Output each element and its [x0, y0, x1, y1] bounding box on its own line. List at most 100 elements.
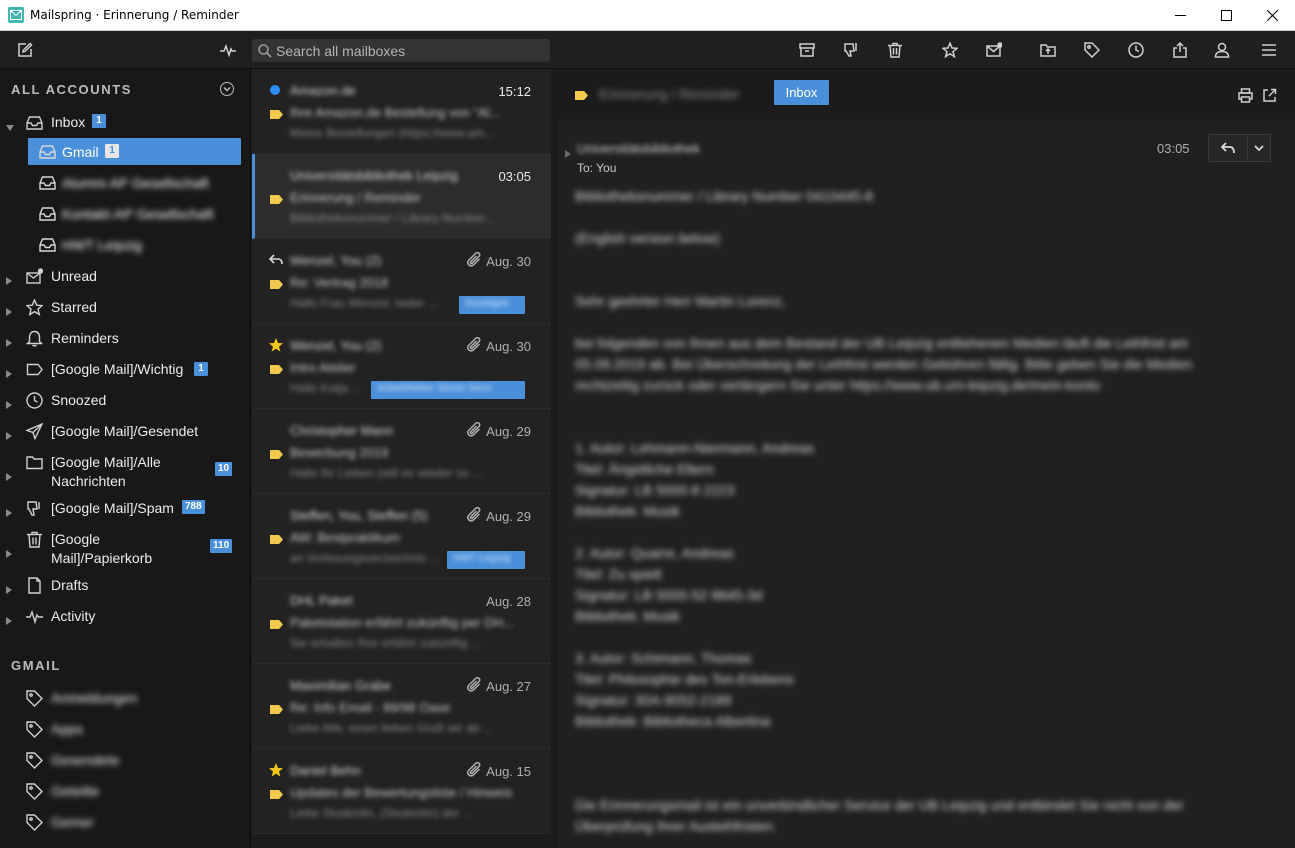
- message-list-item[interactable]: Wenzel, You (2) Aug. 30 Intro Atelier Ha…: [252, 324, 551, 409]
- reply-button[interactable]: [1209, 135, 1249, 161]
- message-list-item[interactable]: Daniel Behn Aug. 15 Updates der Bewertun…: [252, 749, 551, 834]
- sidebar-item-gmail-label[interactable]: Geteilte: [0, 781, 250, 801]
- expanded-caret-icon[interactable]: [6, 118, 14, 131]
- trash-icon[interactable]: [886, 41, 904, 59]
- collapsed-caret-icon[interactable]: [6, 504, 12, 517]
- sidebar-item-gmail-label[interactable]: Apps: [0, 719, 250, 739]
- collapsed-caret-icon[interactable]: [6, 545, 12, 558]
- label-chip-text: HWT Leipzig: [453, 553, 511, 564]
- star-filled-icon[interactable]: [268, 337, 284, 353]
- archive-icon[interactable]: [798, 41, 816, 59]
- search-input[interactable]: [276, 42, 536, 59]
- collapsed-caret-icon[interactable]: [6, 396, 12, 409]
- sidebar-item-gesendet[interactable]: [Google Mail]/Gesendet: [0, 421, 250, 441]
- message-list-item[interactable]: Universitätsbibliothek Leipzig 03:05 Eri…: [252, 154, 551, 239]
- trash-icon: [25, 530, 43, 548]
- star-icon[interactable]: [941, 41, 959, 59]
- collapsed-caret-icon[interactable]: [6, 612, 12, 625]
- collapsed-caret-icon[interactable]: [565, 145, 571, 158]
- sidebar: ALL ACCOUNTS Inbox 1 Gmail 1 Alumni-AP G…: [0, 69, 251, 848]
- message-list-item[interactable]: Steffen, You, Steffen (5) Aug. 29 AW: Be…: [252, 494, 551, 579]
- sidebar-item-account[interactable]: Alumni-AP Gesellschaft: [28, 169, 241, 196]
- message-list-item[interactable]: Amazon.de 15:12 Ihre Amazon.de Bestellun…: [252, 69, 551, 154]
- star-icon: [25, 298, 43, 316]
- label-chip[interactable]: Sonstiges: [459, 296, 525, 314]
- collapsed-caret-icon[interactable]: [6, 334, 12, 347]
- label-chip[interactable]: Arbeit/Atelier Simon Senn: [371, 381, 525, 399]
- tag-icon: [270, 705, 283, 714]
- sidebar-item-wichtig[interactable]: [Google Mail]/Wichtig 1: [0, 359, 250, 379]
- folder-chip[interactable]: Inbox: [774, 80, 829, 105]
- message-sender: DHL Paket: [290, 593, 353, 608]
- message-list-item[interactable]: Maximilian Grabe Aug. 27 Re: Info Email …: [252, 664, 551, 749]
- sidebar-item-spam[interactable]: [Google Mail]/Spam 788: [0, 498, 250, 518]
- sidebar-item-starred[interactable]: Starred: [0, 297, 250, 317]
- activity-icon[interactable]: [219, 41, 237, 59]
- sidebar-item-alle-nachrichten[interactable]: [Google Mail]/Alle Nachrichten 10: [0, 452, 250, 492]
- label-icon: [25, 720, 43, 738]
- body-line: Signatur: LB 5000-8 2223: [575, 482, 735, 498]
- sidebar-item-gmail-label[interactable]: Gemer: [0, 812, 250, 832]
- collapsed-caret-icon[interactable]: [6, 468, 12, 481]
- sidebar-item-inbox[interactable]: Inbox 1: [0, 111, 250, 133]
- spam-icon[interactable]: [842, 41, 860, 59]
- unread-dot-icon[interactable]: [270, 85, 280, 95]
- sidebar-item-snoozed[interactable]: Snoozed: [0, 390, 250, 410]
- body-line: Bibliothek: Musik: [575, 503, 681, 519]
- star-filled-icon[interactable]: [268, 762, 284, 778]
- minimize-button[interactable]: [1157, 0, 1203, 31]
- folder-icon: [25, 453, 43, 471]
- message-list-item[interactable]: Christopher Mann Aug. 29 Bewerbung 2019 …: [252, 409, 551, 494]
- search-box[interactable]: [252, 39, 550, 62]
- message-subject: Re: Vertrag 2018: [290, 275, 389, 290]
- share-icon[interactable]: [1171, 41, 1189, 59]
- mark-unread-icon[interactable]: [985, 41, 1003, 59]
- sidebar-item-drafts[interactable]: Drafts: [0, 575, 250, 595]
- message-sender: Universitätsbibliothek Leipzig: [290, 168, 458, 183]
- sidebar-item-label: Gemer: [51, 813, 94, 830]
- sidebar-item-papierkorb[interactable]: [Google Mail]/Papierkorb 110: [0, 529, 250, 569]
- sidebar-item-activity[interactable]: Activity: [0, 606, 250, 626]
- activity-icon: [25, 607, 43, 625]
- account-icon[interactable]: [1213, 41, 1231, 59]
- sidebar-item-gmail-label[interactable]: Anmeldungen: [0, 688, 250, 708]
- collapsed-caret-icon[interactable]: [6, 272, 12, 285]
- maximize-button[interactable]: [1203, 0, 1249, 31]
- collapsed-caret-icon[interactable]: [6, 365, 12, 378]
- reply-options-button[interactable]: [1248, 135, 1270, 161]
- label-icon[interactable]: [1083, 41, 1101, 59]
- sidebar-item-gmail[interactable]: Gmail 1: [28, 138, 241, 165]
- menu-icon[interactable]: [1260, 41, 1278, 59]
- message-list-item[interactable]: DHL Paket Aug. 28 Paketstation erfährt z…: [252, 579, 551, 664]
- collapsed-caret-icon[interactable]: [6, 427, 12, 440]
- sidebar-item-reminders[interactable]: Reminders: [0, 328, 250, 348]
- unread-icon: [25, 267, 43, 285]
- bell-icon: [25, 329, 43, 347]
- popout-icon[interactable]: [1262, 88, 1278, 104]
- snooze-icon[interactable]: [1127, 41, 1145, 59]
- print-icon[interactable]: [1238, 88, 1254, 104]
- move-folder-icon[interactable]: [1039, 41, 1057, 59]
- sidebar-item-label: [Google Mail]/Gesendet: [51, 422, 199, 439]
- message-list-item[interactable]: Wenzel, You (2) Aug. 30 Re: Vertrag 2018…: [252, 239, 551, 324]
- unread-count-badge: 1: [92, 114, 106, 128]
- sidebar-item-gmail-label[interactable]: Gesendete: [0, 750, 250, 770]
- collapsed-caret-icon[interactable]: [6, 581, 12, 594]
- body-line: 1. Autor: Lehmann-Niermann, Andreas: [575, 440, 814, 456]
- sidebar-item-unread[interactable]: Unread: [0, 266, 250, 286]
- message-snippet: Hallo Katja ...: [290, 381, 362, 395]
- replied-icon: [268, 252, 284, 268]
- message-date: Aug. 28: [486, 594, 531, 609]
- unread-count-badge: 788: [182, 500, 205, 514]
- collapse-chevron-icon[interactable]: [220, 82, 234, 96]
- sidebar-item-account[interactable]: Kontakt-AP Gesellschaft: [28, 200, 241, 227]
- body-line: Signatur: 30A-9052-2189: [575, 692, 732, 708]
- close-window-button[interactable]: [1249, 0, 1295, 31]
- message-subject: AW: Bestpraktikum: [290, 530, 400, 545]
- message-date: 03:05: [498, 169, 531, 184]
- collapsed-caret-icon[interactable]: [6, 303, 12, 316]
- compose-icon[interactable]: [16, 41, 34, 59]
- body-line: Titel: Ängstliche Eltern: [575, 461, 714, 477]
- label-chip[interactable]: HWT Leipzig: [447, 551, 525, 569]
- sidebar-item-account[interactable]: HWT Leipzig: [28, 231, 241, 258]
